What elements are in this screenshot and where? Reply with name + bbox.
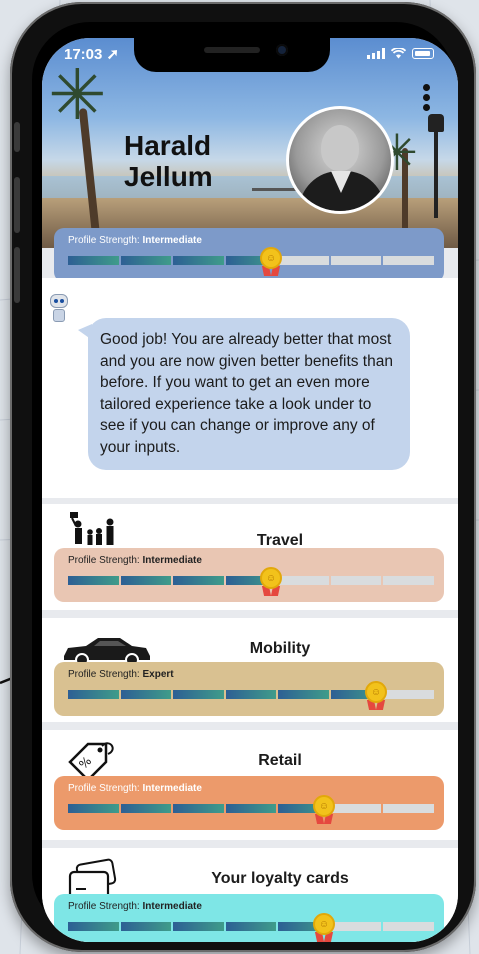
robot-icon — [48, 294, 70, 328]
progress-segment — [330, 804, 382, 813]
progress-segment — [120, 576, 172, 585]
category-card-mobility[interactable]: Mobility Profile Strength: Expert ☺ — [42, 618, 458, 722]
progress-segment — [120, 804, 172, 813]
progress-segment — [225, 804, 277, 813]
avatar-head — [321, 125, 359, 171]
status-icons — [367, 48, 434, 59]
travel-strength-label: Profile Strength: Intermediate — [68, 555, 202, 566]
divider — [42, 498, 458, 504]
progress-segment — [383, 804, 435, 813]
progress-segment — [68, 690, 119, 699]
status-time: 17:03 ➚ — [64, 46, 120, 63]
progress-segment — [120, 690, 172, 699]
progress-segment — [68, 922, 119, 931]
progress-segment — [120, 256, 172, 265]
category-card-loyalty-cards[interactable]: Your loyalty cards Profile Strength: Int… — [42, 848, 458, 942]
app-screen: ✳ ✳ Harald Jellum 17:03 ➚ Profile Streng… — [42, 38, 458, 942]
category-title-mobility: Mobility — [249, 640, 311, 657]
progress-segment — [225, 922, 277, 931]
progress-segment — [330, 922, 382, 931]
travel-strength-box: Profile Strength: Intermediate ☺ — [54, 548, 444, 602]
assistant-message: Good job! You are already better that mo… — [78, 318, 410, 470]
category-card-travel[interactable]: Travel Profile Strength: Intermediate ☺ — [42, 504, 458, 610]
mute-switch — [14, 122, 20, 152]
progress-segment — [120, 922, 172, 931]
progress-segment — [68, 804, 119, 813]
notch — [134, 38, 330, 72]
progress-segment — [173, 576, 224, 585]
progress-segment — [68, 576, 119, 585]
loyalty-strength-box: Profile Strength: Intermediate ☺ — [54, 894, 444, 942]
progress-segment — [173, 922, 224, 931]
avatar[interactable] — [286, 106, 394, 214]
user-name: Harald Jellum — [124, 130, 213, 192]
progress-segment — [278, 576, 329, 585]
medal-icon: ☺ — [364, 681, 388, 711]
front-camera — [276, 44, 288, 56]
user-last-name: Jellum — [124, 161, 213, 192]
medal-icon: ☺ — [312, 795, 336, 825]
loyalty-strength-bar — [68, 922, 435, 931]
signal-icon — [367, 48, 385, 59]
mobility-strength-box: Profile Strength: Expert ☺ — [54, 662, 444, 716]
user-first-name: Harald — [124, 130, 212, 161]
progress-segment — [330, 256, 382, 265]
volume-down-button — [14, 247, 20, 303]
progress-segment — [68, 256, 119, 265]
category-card-retail[interactable]: % Retail Profile Strength: Intermediate … — [42, 730, 458, 840]
mobility-strength-label: Profile Strength: Expert — [68, 669, 174, 680]
progress-segment — [383, 576, 435, 585]
progress-segment — [383, 256, 435, 265]
category-title-retail: Retail — [258, 752, 302, 769]
progress-segment — [278, 690, 329, 699]
progress-segment — [383, 690, 435, 699]
loyalty-strength-label: Profile Strength: Intermediate — [68, 901, 202, 912]
progress-segment — [383, 922, 435, 931]
medal-icon: ☺ — [259, 567, 283, 597]
retail-strength-label: Profile Strength: Intermediate — [68, 783, 202, 794]
profile-strength-label: Profile Strength: Intermediate — [68, 235, 202, 246]
retail-strength-box: Profile Strength: Intermediate ☺ — [54, 776, 444, 830]
street-lamp-post — [434, 118, 438, 218]
progress-segment — [173, 256, 224, 265]
category-title-loyalty-cards: Your loyalty cards — [211, 870, 349, 887]
battery-icon — [412, 48, 434, 59]
profile-strength-box: Profile Strength: Intermediate ☺ — [54, 228, 444, 282]
volume-up-button — [14, 177, 20, 233]
travel-strength-bar — [68, 576, 435, 585]
progress-segment — [278, 256, 329, 265]
assistant-section: Good job! You are already better that mo… — [42, 278, 458, 498]
speaker — [204, 47, 260, 53]
progress-segment — [173, 690, 224, 699]
retail-strength-bar — [68, 804, 435, 813]
medal-icon: ☺ — [259, 247, 283, 277]
wifi-icon — [391, 48, 406, 59]
progress-segment — [330, 576, 382, 585]
progress-segment — [173, 804, 224, 813]
progress-segment — [225, 690, 277, 699]
medal-icon: ☺ — [312, 913, 336, 942]
profile-strength-bar — [68, 256, 435, 265]
more-options-icon[interactable] — [423, 84, 430, 111]
